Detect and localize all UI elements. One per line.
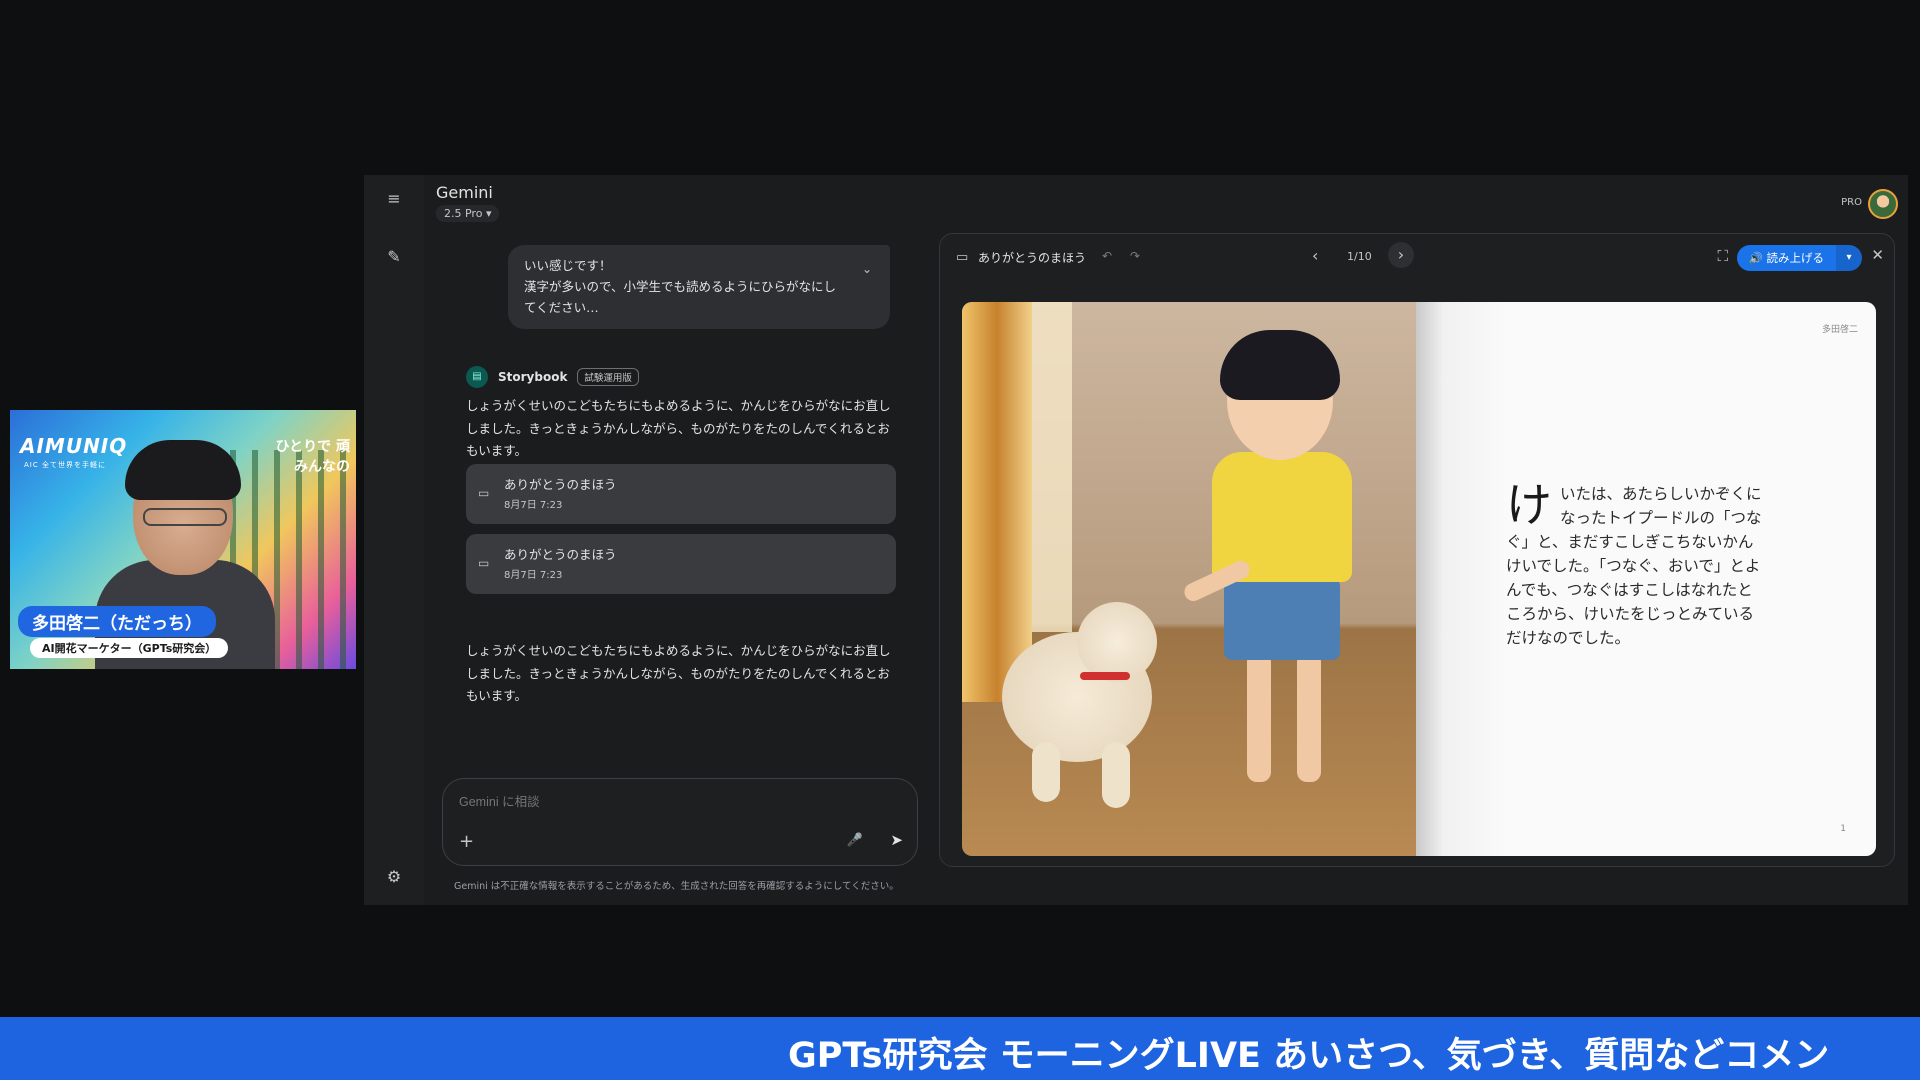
storybook-logo-icon: ▤: [466, 366, 488, 388]
presenter-role: AI開花マーケター（GPTs研究会）: [30, 638, 229, 658]
close-icon[interactable]: ✕: [1871, 246, 1884, 264]
next-page-icon[interactable]: ›: [1388, 242, 1414, 268]
new-chat-icon[interactable]: ✎: [382, 245, 406, 269]
disclaimer: Gemini は不正確な情報を表示することがあるため、生成された回答を再確認する…: [454, 881, 899, 892]
illustration-page: [962, 302, 1416, 856]
user-message-line-1: いい感じです！: [524, 258, 612, 273]
card-date: 8月7日 7:23: [504, 500, 563, 511]
menu-icon[interactable]: ≡: [382, 187, 406, 211]
user-message-line-3: てください…: [524, 300, 599, 315]
send-icon[interactable]: ➤: [890, 831, 903, 849]
user-message: いい感じです！ 漢字が多いので、小学生でも読めるようにひらがなにし てください……: [508, 245, 890, 329]
read-aloud-button[interactable]: 🔊 読み上げる: [1736, 245, 1836, 271]
webcam-overlay: AIMUNIQ AIC 全て世界を手軽に ひとりで 頑 みんなの 多田啓二（ただ…: [10, 410, 356, 669]
prompt-composer: + 🎤 ➤: [442, 778, 918, 866]
prompt-input[interactable]: [459, 795, 819, 809]
story-title: ありがとうのまほう: [978, 251, 1087, 265]
storybook-card[interactable]: ▭ ありがとうのまほう 8月7日 7:23: [466, 464, 896, 524]
book-icon: ▭: [478, 486, 490, 500]
response-text: しょうがくせいのこどもたちにもよめるように、かんじをひらがなにお直ししました。き…: [466, 398, 891, 458]
book-icon: ▭: [478, 556, 490, 570]
experimental-badge: 試験運用版: [577, 368, 639, 386]
settings-icon[interactable]: ⚙: [382, 865, 406, 889]
page-number: 1: [1840, 824, 1846, 834]
slogan-line-2: みんなの: [294, 459, 350, 475]
card-title: ありがとうのまほう: [504, 477, 617, 492]
add-icon[interactable]: +: [459, 831, 474, 852]
chevron-down-icon[interactable]: ▾: [1836, 245, 1862, 271]
agent-header: ▤ Storybook 試験運用版: [466, 365, 639, 389]
user-message-line-2: 漢字が多いので、小学生でも読めるようにひらがなにし: [524, 279, 837, 294]
model-selector[interactable]: 2.5 Pro ▾: [436, 205, 500, 222]
avatar[interactable]: [1868, 189, 1898, 219]
text-page: 多田啓二 け いたは、あたらしいかぞくになったトイプードルの「つなぐ」と、まだす…: [1416, 302, 1876, 856]
agent-name: Storybook: [498, 370, 568, 384]
side-rail: ≡ ✎ ⚙: [364, 175, 424, 905]
slogan-line-1: ひとりで 頑: [275, 439, 350, 455]
page-indicator: 1/10: [1347, 250, 1372, 263]
book-icon: ▭: [956, 250, 969, 265]
drop-cap: け: [1506, 478, 1552, 532]
presenter-name: 多田啓二（ただっち）: [18, 606, 216, 637]
fullscreen-icon[interactable]: ⛶: [1717, 247, 1728, 265]
live-ticker: GPTs研究会 モーニングLIVE あいさつ、気づき、質問などコメン: [0, 1017, 1920, 1080]
ticker-text: GPTs研究会 モーニングLIVE あいさつ、気づき、質問などコメン: [788, 1036, 1830, 1076]
app-title: Gemini: [436, 183, 493, 202]
chat-column: いい感じです！ 漢字が多いので、小学生でも読めるようにひらがなにし てください……: [424, 245, 896, 835]
undo-icon[interactable]: ↶: [1102, 249, 1112, 263]
card-date: 8月7日 7:23: [504, 570, 563, 581]
redo-icon[interactable]: ↷: [1130, 249, 1140, 263]
previous-page-icon[interactable]: ‹: [1312, 246, 1318, 265]
author-name: 多田啓二: [1821, 325, 1858, 335]
card-title: ありがとうのまほう: [504, 547, 617, 562]
brand-tagline: AIC 全て世界を手軽に: [24, 461, 106, 469]
storybook-card[interactable]: ▭ ありがとうのまほう 8月7日 7:23: [466, 534, 896, 594]
plan-badge: PRO: [1841, 197, 1862, 208]
viewer-toolbar: ▭ ありがとうのまほう ↶ ↷ ‹ 1/10 › ⛶ ⤴ 🔊 読み上げる ▾ ✕: [940, 234, 1894, 282]
story-text-block: け いたは、あたらしいかぞくになったトイプードルの「つなぐ」と、まだすこしぎこち…: [1506, 482, 1766, 650]
gemini-window: ≡ ✎ ⚙ Gemini 2.5 Pro ▾ PRO いい感じです！ 漢字が多い…: [364, 175, 1908, 905]
response-text-2: しょうがくせいのこどもたちにもよめるように、かんじをひらがなにお直ししました。き…: [466, 643, 891, 703]
expand-chevron-icon[interactable]: ⌄: [862, 259, 872, 280]
mic-icon[interactable]: 🎤: [847, 833, 863, 848]
storybook-viewer: ▭ ありがとうのまほう ↶ ↷ ‹ 1/10 › ⛶ ⤴ 🔊 読み上げる ▾ ✕: [939, 233, 1895, 867]
